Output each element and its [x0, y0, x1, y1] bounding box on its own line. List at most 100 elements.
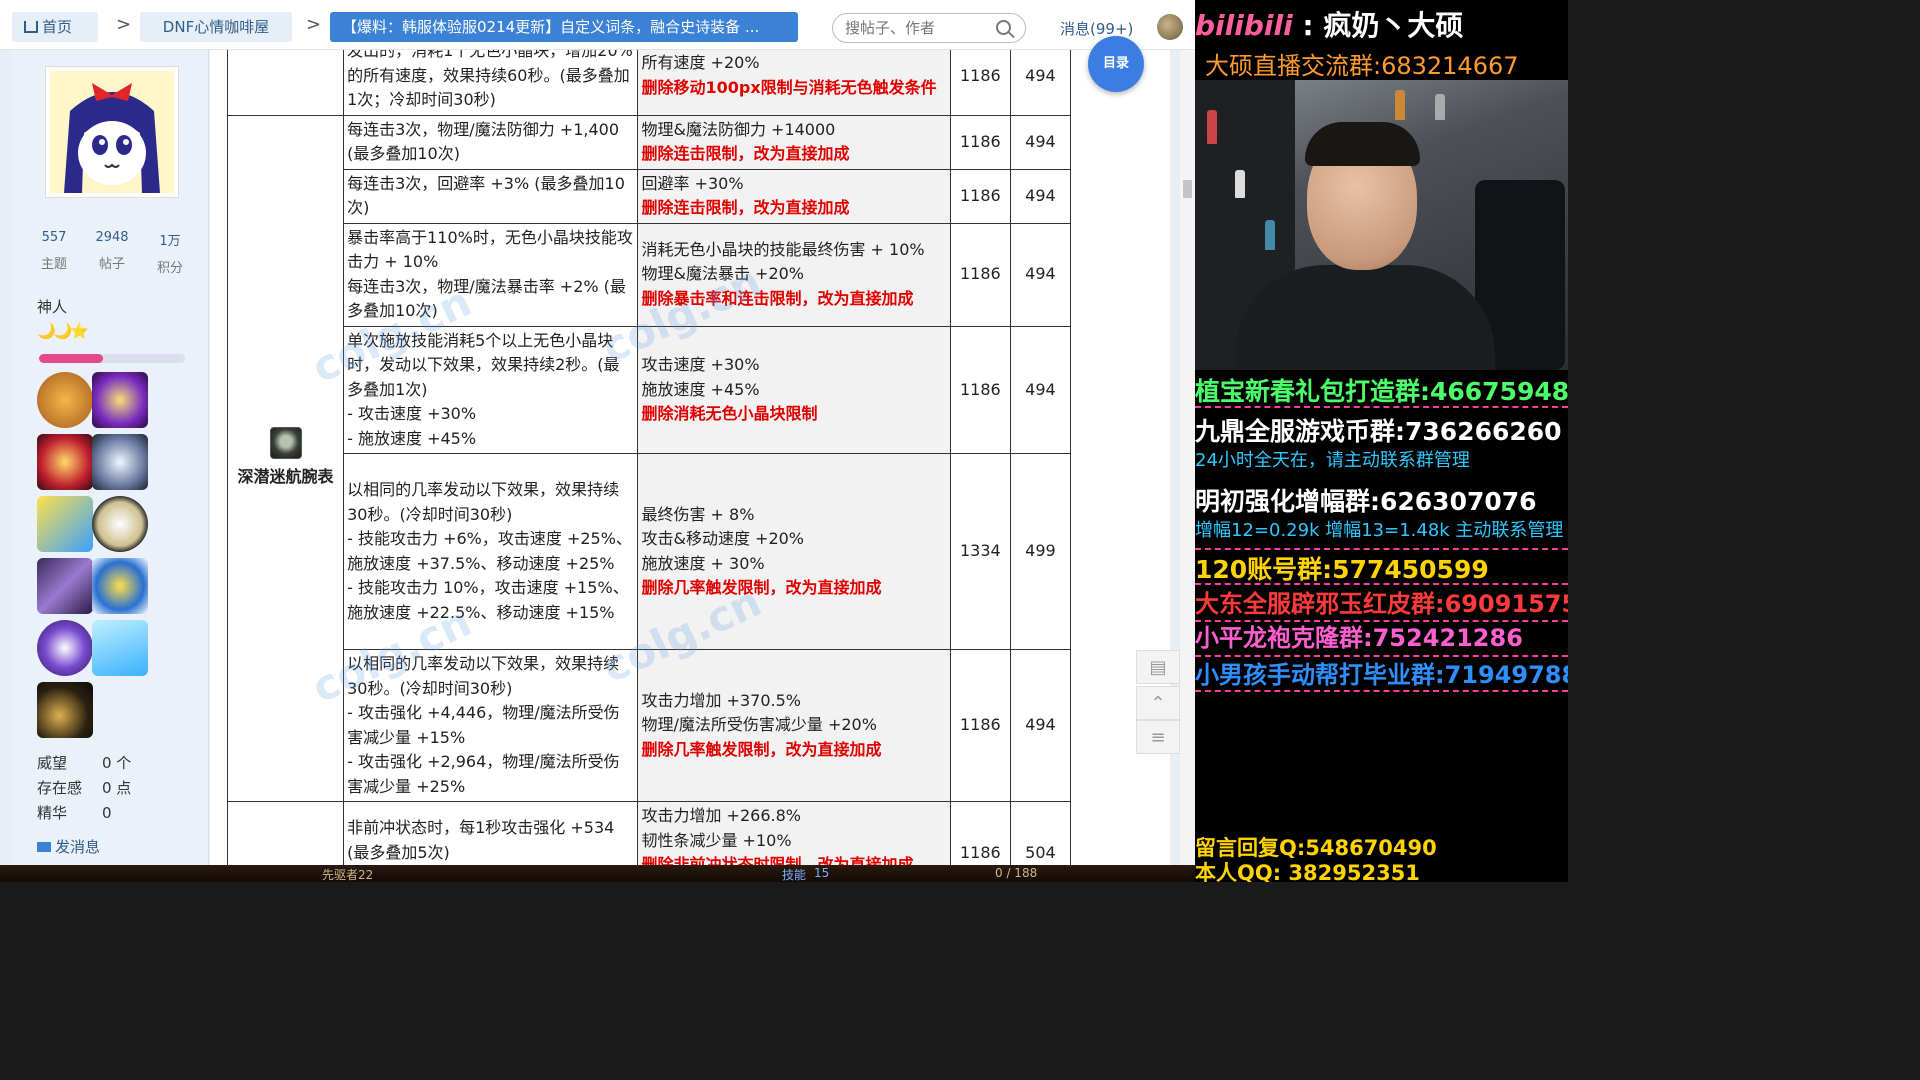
stat-posts[interactable]: 2948 帖子	[82, 230, 142, 272]
1ex-medal-icon[interactable]	[37, 620, 93, 676]
original-effect-cell: 发出的，消耗1个无色小晶块，增加20%的所有速度，效果持续60秒。(最多叠加1次…	[343, 50, 639, 116]
stat-value: 2948	[95, 230, 129, 245]
bean-medal-icon[interactable]	[92, 558, 148, 614]
dragon-medal-icon[interactable]	[37, 682, 93, 738]
new-effect-text: 消耗无色小晶块的技能最终伤害 + 10% 物理&魔法暴击 +20%	[641, 239, 925, 284]
back-to-top-icon[interactable]: ⌃	[1136, 686, 1180, 720]
level-value-cell: 1334	[949, 453, 1011, 650]
list-icon[interactable]: ≡	[1136, 720, 1180, 754]
new-effect-text: 最终伤害 + 8% 攻击&移动速度 +20% 施放速度 + 30%	[641, 504, 805, 573]
figurine	[1435, 94, 1445, 120]
original-effect-text: 发出的，消耗1个无色小晶块，增加20%的所有速度，效果持续60秒。(最多叠加1次…	[347, 50, 633, 109]
cartoon-girl-avatar-icon	[50, 71, 174, 193]
item-cell-blank	[227, 801, 345, 865]
user-avatar[interactable]	[1157, 14, 1183, 40]
profile-presence: 存在感 0 点	[37, 777, 131, 798]
breadcrumb-home[interactable]: 首页	[12, 12, 98, 42]
level-value-cell: 1186	[949, 222, 1011, 327]
rank-title: 神人	[37, 298, 68, 316]
table-row: 深潜迷航腕表 每连击3次，物理/魔法防御力 +1,400 (最多叠加10次) 物理&…	[227, 114, 1071, 802]
search-box[interactable]	[832, 13, 1026, 43]
author-profile-sidebar: 557 主题 2948 帖子 1万 积分 神人 🌙🌙⭐ 威望 0 个 存在感 0 点…	[12, 50, 209, 865]
rank-progress-bar	[39, 354, 185, 363]
item-name-cell: 深潜迷航腕表	[227, 114, 345, 802]
table-row: 单次施放技能消耗5个以上无色小晶块时，发动以下效果，效果持续2秒。(最多叠加1次…	[228, 325, 1071, 454]
crown-medal-icon[interactable]	[92, 372, 148, 428]
stat-value: 1万	[159, 234, 181, 249]
send-message-label: 发消息	[55, 838, 101, 856]
comment-icon[interactable]: ▤	[1136, 650, 1180, 684]
change-note-text: 删除连击限制，改为直接加成	[641, 144, 850, 163]
bilibili-logo: bilibili	[1195, 9, 1293, 42]
scrollbar-thumb[interactable]	[1183, 180, 1192, 198]
stat-threads[interactable]: 557 主题	[24, 230, 84, 272]
profile-value: 0 个	[102, 754, 132, 772]
original-effect-text: 每连击3次，回避率 +3% (最多叠加10次)	[347, 173, 625, 218]
stat-value-cell: 494	[1009, 325, 1071, 454]
ad-line: 24小时全天在，请主动联系群管理	[1195, 450, 1470, 471]
table-of-contents-button[interactable]: 目录	[1088, 36, 1144, 92]
profile-digest: 精华 0	[37, 802, 112, 823]
table-row: 以相同的几率发动以下效果，效果持续30秒。(冷却时间30秒) - 攻击强化 +4…	[228, 649, 1071, 802]
new-effect-cell: 所有速度 +20% 删除移动100px限制与消耗无色触发条件	[637, 50, 951, 116]
send-message-link[interactable]: 发消息	[37, 836, 100, 857]
new-effect-text: 攻击速度 +30% 施放速度 +45%	[641, 355, 760, 399]
level-value-cell: 1186	[949, 50, 1011, 116]
dashed-divider	[1195, 620, 1568, 622]
level-value-cell: 1186	[949, 325, 1011, 454]
chevron-right-icon: >	[306, 14, 322, 35]
author-avatar[interactable]	[45, 66, 179, 198]
breadcrumb-thread[interactable]: 【爆料：韩服体验服0214更新】自定义词条，融合史诗装备 ...	[330, 12, 798, 42]
create-medal-icon[interactable]	[92, 496, 148, 552]
new-effect-text: 攻击力增加 +370.5% 物理/魔法所受伤害减少量 +20%	[641, 690, 877, 735]
stat-value-cell: 494	[1009, 114, 1071, 170]
dashed-divider	[1195, 406, 1568, 408]
number-17-medal-icon[interactable]	[37, 496, 93, 552]
stat-label: 积分	[156, 261, 183, 276]
original-effect-cell: 以相同的几率发动以下效果，效果持续30秒。(冷却时间30秒) - 攻击强化 +4…	[343, 649, 639, 802]
level-value-cell: 1186	[949, 168, 1011, 224]
new-effect-text: 攻击力增加 +266.8% 韧性条减少量 +10%	[641, 806, 801, 850]
stream-overlay: bilibili : 疯奶丶大硕 大硕直播交流群:683214667 植宝新春礼…	[1195, 0, 1568, 882]
rank-progress-fill	[39, 354, 104, 363]
dashed-divider	[1195, 583, 1568, 585]
new-effect-cell: 消耗无色小晶块的技能最终伤害 + 10% 物理&魔法暴击 +20% 删除暴击率和连…	[637, 222, 951, 327]
breadcrumb-forum[interactable]: DNF心情咖啡屋	[140, 12, 292, 42]
hud-skill-value: 15	[814, 866, 830, 880]
hud-skill-label: 技能	[782, 868, 807, 882]
sword-medal-icon[interactable]	[37, 558, 93, 614]
ice-medal-icon[interactable]	[92, 620, 148, 676]
table-row: 以相同的几率发动以下效果，效果持续30秒。(冷却时间30秒) - 技能攻击力 +…	[228, 453, 1071, 650]
table-row: 每连击3次，回避率 +3% (最多叠加10次) 回避率 +30% 删除连击限制，改为…	[228, 168, 1071, 224]
hud-counter: 0 / 188	[995, 866, 1038, 880]
profile-value: 0	[102, 804, 112, 822]
dashed-divider	[1195, 548, 1568, 550]
home-icon	[24, 21, 38, 33]
stat-value-cell: 504	[1009, 801, 1071, 865]
page-scrollbar[interactable]	[1180, 50, 1195, 865]
stat-label: 帖子	[98, 257, 125, 272]
dashed-divider	[1195, 690, 1568, 692]
level-value-cell: 1186	[949, 801, 1011, 865]
search-input[interactable]	[845, 14, 995, 42]
ad-line: 大东全服辟邪玉红皮群:690915752	[1195, 590, 1568, 618]
wristwatch-item-icon	[269, 427, 302, 459]
new-effect-cell: 攻击力增加 +370.5% 物理/魔法所受伤害减少量 +20% 删除几率触发限制，…	[637, 649, 951, 802]
new-effect-cell: 物理&魔法防御力 +14000 删除连击限制，改为直接加成	[637, 114, 951, 170]
streamer-hair	[1305, 122, 1420, 166]
fire-medal-icon[interactable]	[37, 434, 93, 490]
original-effect-text: 以相同的几率发动以下效果，效果持续30秒。(冷却时间30秒) - 技能攻击力 +…	[347, 480, 632, 622]
stat-value-cell: 494	[1009, 222, 1071, 327]
search-icon[interactable]	[996, 20, 1011, 35]
original-effect-text: 非前冲状态时，每1秒攻击强化 +534 (最多叠加5次) - 前冲状态每持续1秒…	[347, 818, 615, 862]
ad-line: 120账号群:577450599	[1195, 555, 1489, 584]
original-effect-cell: 以相同的几率发动以下效果，效果持续30秒。(冷却时间30秒) - 技能攻击力 +…	[343, 453, 639, 650]
original-effect-text: 单次施放技能消耗5个以上无色小晶块时，发动以下效果，效果持续2秒。(最多叠加1次…	[347, 330, 620, 448]
original-effect-text: 暴击率高于110%时，无色小晶块技能攻击力 + 10% 每连击3次，物理/魔法暴…	[347, 227, 633, 321]
stat-points[interactable]: 1万 积分	[140, 230, 200, 276]
change-note-text: 删除连击限制，改为直接加成	[641, 198, 850, 217]
original-effect-text: 以相同的几率发动以下效果，效果持续30秒。(冷却时间30秒) - 攻击强化 +4…	[347, 654, 620, 796]
monkey-medal-icon[interactable]	[37, 372, 93, 428]
crystal-medal-icon[interactable]	[92, 434, 148, 490]
ad-line: 九鼎全服游戏币群:736266260	[1195, 417, 1562, 446]
